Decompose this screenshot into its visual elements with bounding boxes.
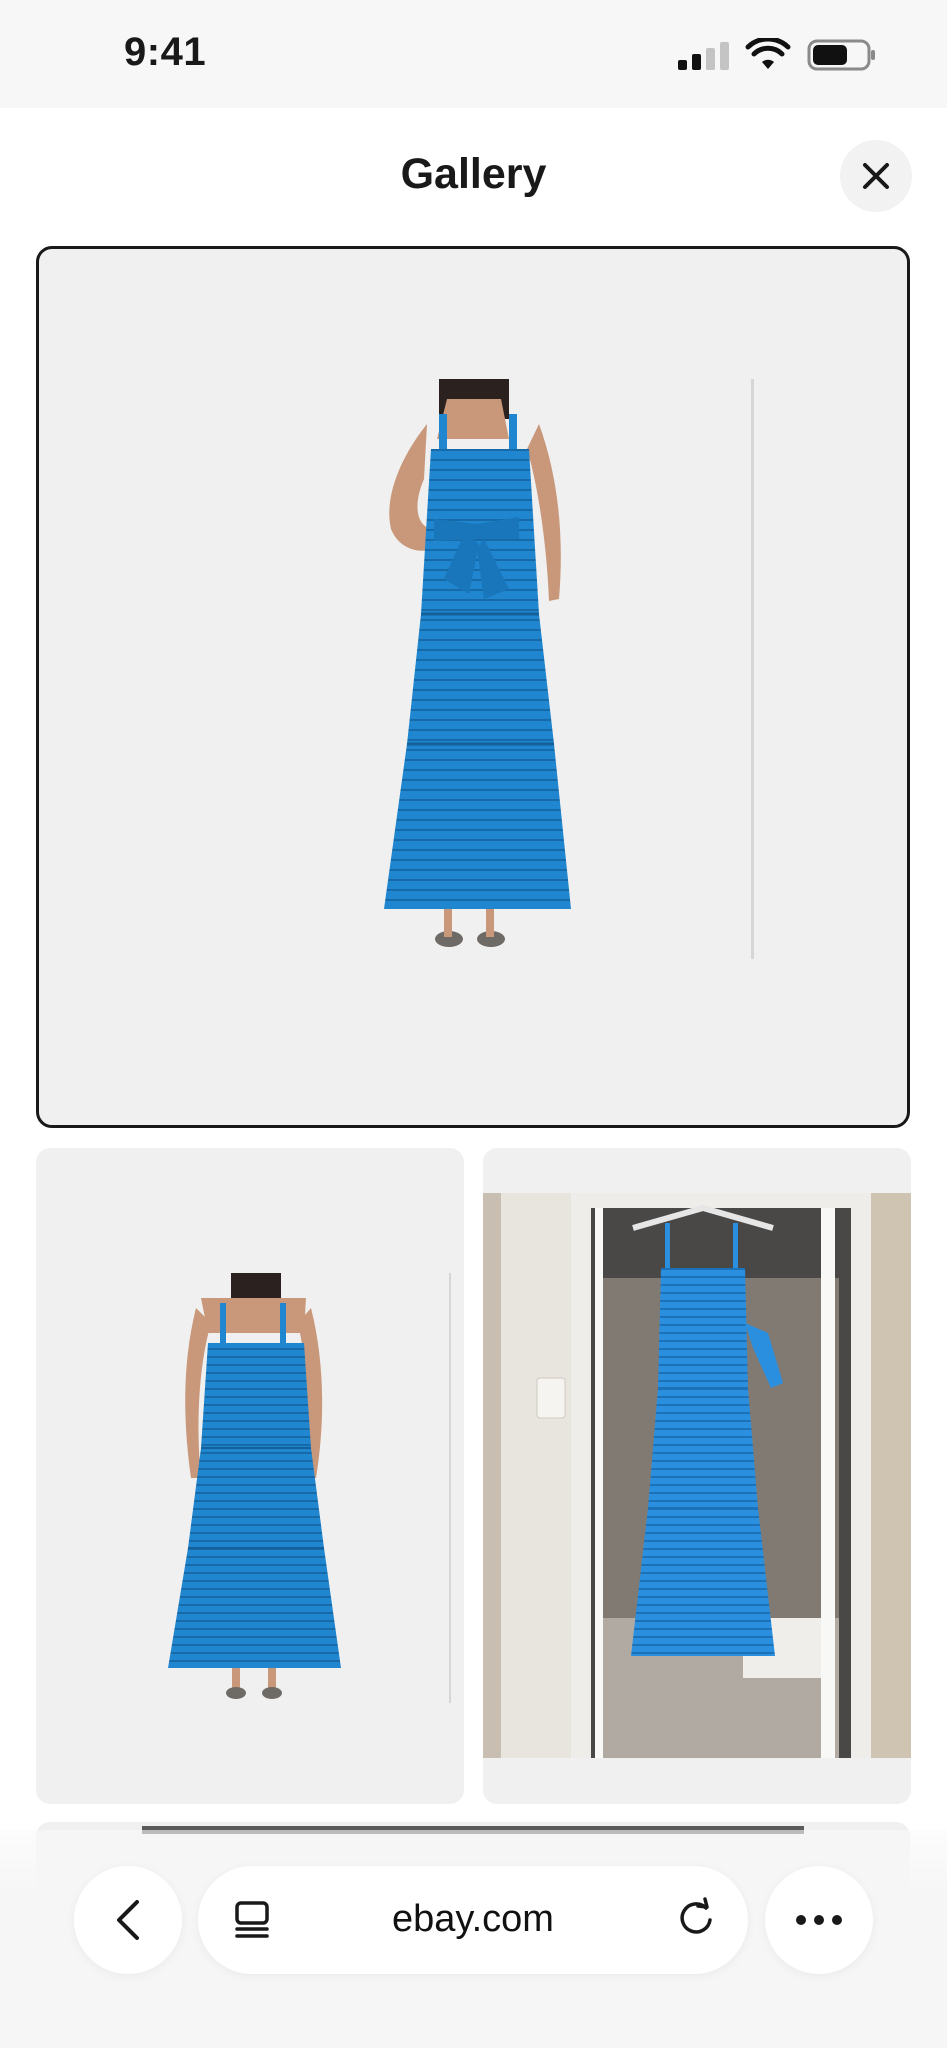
dress-hanger-image [483, 1193, 911, 1804]
status-time: 9:41 [124, 30, 207, 74]
chevron-left-icon [117, 1900, 139, 1940]
address-bar[interactable]: ebay.com [198, 1866, 748, 1974]
status-bar: 9:41 [0, 0, 947, 108]
gallery-thumbnail-1[interactable] [36, 1148, 464, 1804]
close-button[interactable] [840, 140, 912, 212]
gallery-main-image[interactable] [36, 246, 910, 1128]
back-button[interactable] [74, 1866, 182, 1974]
gallery-thumbnail-2[interactable] [483, 1148, 911, 1804]
dress-back-image [168, 1273, 451, 1703]
more-icon [796, 1915, 842, 1925]
browser-toolbar: ebay.com [0, 1830, 947, 2048]
cellular-signal-icon [678, 40, 729, 70]
wifi-icon [745, 38, 791, 69]
close-icon [863, 163, 889, 189]
reload-icon[interactable] [674, 1896, 718, 1940]
more-button[interactable] [765, 1866, 873, 1974]
battery-icon [807, 39, 875, 71]
url-text: ebay.com [392, 1898, 554, 1940]
page-title: Gallery [400, 150, 547, 198]
status-icons [678, 38, 877, 72]
dress-front-image [384, 379, 754, 959]
gallery-header: Gallery [0, 108, 947, 238]
